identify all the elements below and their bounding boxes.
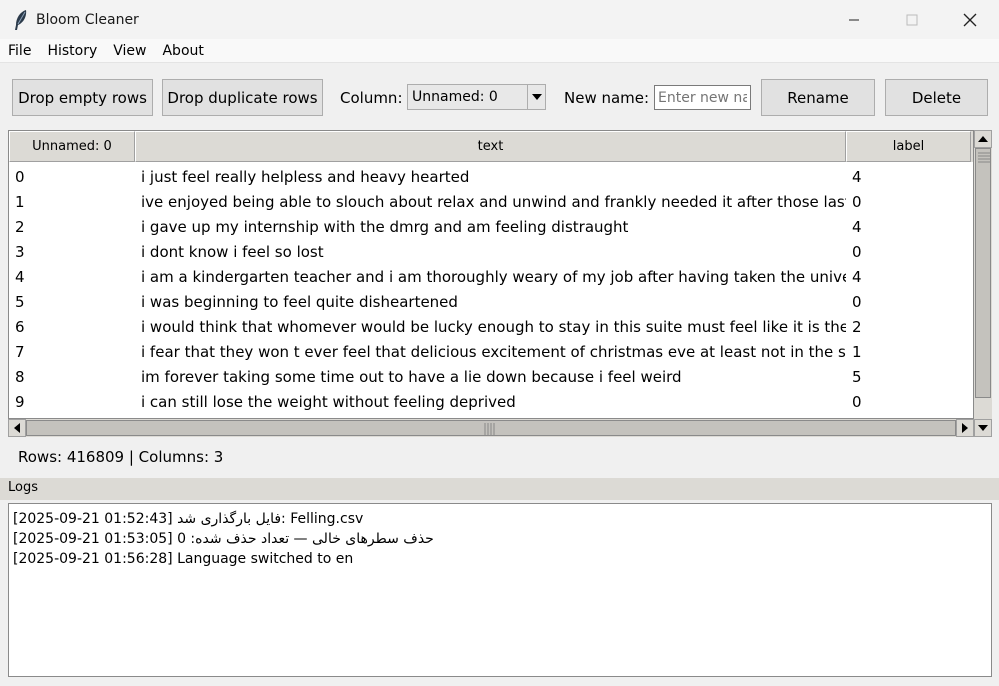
new-name-input[interactable]: [654, 85, 751, 110]
drop-empty-rows-button[interactable]: Drop empty rows: [12, 79, 153, 116]
cell-text: i was beginning to feel quite dishearten…: [141, 292, 458, 311]
cell-text: im forever taking some time out to have …: [141, 367, 682, 386]
column-header-text[interactable]: text: [135, 131, 846, 162]
cell-label: 4: [852, 167, 862, 186]
logs-title: Logs: [8, 480, 38, 495]
table-row[interactable]: 4 i am a kindergarten teacher and i am th…: [9, 264, 973, 289]
cell-index: 0: [15, 167, 25, 186]
cell-index: 7: [15, 342, 25, 361]
cell-text: i would think that whomever would be luc…: [141, 317, 846, 336]
cell-index: 3: [15, 242, 25, 261]
column-select-value: Unnamed: 0: [412, 89, 498, 105]
chevron-down-icon[interactable]: [527, 85, 545, 109]
cell-index: 8: [15, 367, 25, 386]
table-row[interactable]: 0 i just feel really helpless and heavy h…: [9, 164, 973, 189]
cell-label: 0: [852, 392, 862, 411]
column-header-label[interactable]: label: [846, 131, 971, 162]
log-line: [2025-09-21 01:53:05] حذف سطرهای خالی — …: [13, 531, 434, 547]
cell-label: 4: [852, 217, 862, 236]
scroll-down-arrow-icon[interactable]: [974, 419, 992, 437]
minimize-button[interactable]: [825, 0, 883, 39]
table-row[interactable]: 2 i gave up my internship with the dmrg a…: [9, 214, 973, 239]
menu-history[interactable]: History: [39, 39, 105, 63]
cell-index: 9: [15, 392, 25, 411]
status-text: Rows: 416809 | Columns: 3: [18, 448, 224, 466]
maximize-icon: [906, 14, 918, 26]
cell-index: 2: [15, 217, 25, 236]
cell-label: 5: [852, 367, 862, 386]
cell-text: i fear that they won t ever feel that de…: [141, 342, 846, 361]
vertical-scroll-thumb[interactable]: [975, 148, 991, 398]
rename-button[interactable]: Rename: [761, 79, 875, 116]
close-icon: [963, 13, 977, 27]
table-row[interactable]: 3 i dont know i feel so lost 0: [9, 239, 973, 264]
column-header-unnamed[interactable]: Unnamed: 0: [9, 131, 135, 162]
cell-text: i just feel really helpless and heavy he…: [141, 167, 470, 186]
table-row[interactable]: 1 ive enjoyed being able to slouch about …: [9, 189, 973, 214]
column-label: Column:: [340, 89, 403, 107]
table-row[interactable]: 5 i was beginning to feel quite dishearte…: [9, 289, 973, 314]
cell-text: i dont know i feel so lost: [141, 242, 324, 261]
table-row[interactable]: 8 im forever taking some time out to have…: [9, 364, 973, 389]
table-row[interactable]: 7 i fear that they won t ever feel that d…: [9, 339, 973, 364]
cell-label: 0: [852, 192, 862, 211]
cell-text: i gave up my internship with the dmrg an…: [141, 217, 629, 236]
data-table[interactable]: Unnamed: 0 text label 0 i just feel reall…: [8, 130, 974, 419]
log-line: [2025-09-21 01:52:43] فایل بارگذاری شد: …: [13, 511, 364, 527]
table-row[interactable]: 9 i can still lose the weight without fee…: [9, 389, 973, 414]
delete-button[interactable]: Delete: [885, 79, 988, 116]
table-row[interactable]: 6 i would think that whomever would be lu…: [9, 314, 973, 339]
cell-index: 4: [15, 267, 25, 286]
new-name-label: New name:: [564, 89, 650, 107]
drop-duplicate-rows-button[interactable]: Drop duplicate rows: [162, 79, 323, 116]
log-line: [2025-09-21 01:56:28] Language switched …: [13, 551, 354, 567]
scroll-up-arrow-icon[interactable]: [974, 130, 992, 148]
scroll-left-arrow-icon[interactable]: [8, 419, 26, 437]
cell-label: 4: [852, 267, 862, 286]
cell-index: 1: [15, 192, 25, 211]
vertical-scrollbar[interactable]: [974, 130, 992, 437]
cell-text: i can still lose the weight without feel…: [141, 392, 516, 411]
horizontal-scrollbar[interactable]: [8, 419, 974, 437]
cell-index: 6: [15, 317, 25, 336]
cell-text: i am a kindergarten teacher and i am tho…: [141, 267, 846, 286]
cell-label: 1: [852, 342, 862, 361]
close-button[interactable]: [941, 0, 999, 39]
table-header: Unnamed: 0 text label: [9, 131, 973, 162]
column-select[interactable]: Unnamed: 0: [407, 84, 546, 110]
menu-bar: File History View About: [0, 39, 999, 63]
cell-label: 2: [852, 317, 862, 336]
cell-index: 5: [15, 292, 25, 311]
logs-header: Logs: [0, 478, 999, 500]
scroll-right-arrow-icon[interactable]: [956, 419, 974, 437]
table-body: 0 i just feel really helpless and heavy h…: [9, 164, 973, 414]
window-title: Bloom Cleaner: [36, 11, 139, 28]
menu-file[interactable]: File: [0, 39, 39, 63]
maximize-button[interactable]: [883, 0, 941, 39]
minimize-icon: [848, 14, 860, 26]
logs-textarea[interactable]: [2025-09-21 01:52:43] فایل بارگذاری شد: …: [8, 503, 992, 677]
menu-view[interactable]: View: [105, 39, 154, 63]
horizontal-scroll-thumb[interactable]: [26, 420, 956, 436]
menu-about[interactable]: About: [154, 39, 211, 63]
feather-icon: [12, 9, 30, 31]
cell-text: ive enjoyed being able to slouch about r…: [141, 192, 846, 211]
cell-label: 0: [852, 242, 862, 261]
title-bar: Bloom Cleaner: [0, 0, 999, 39]
cell-label: 0: [852, 292, 862, 311]
